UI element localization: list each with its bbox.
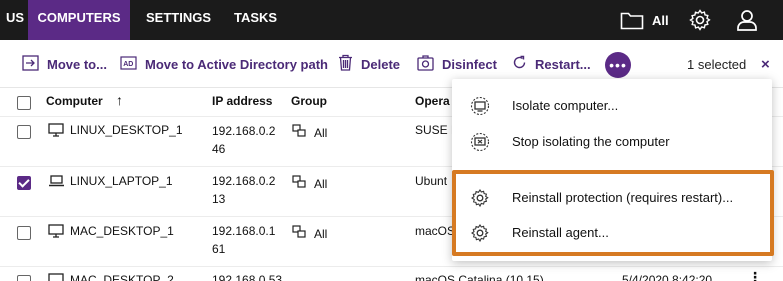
menu-item-label: Stop isolating the computer [512,134,670,149]
column-header-group[interactable]: Group [291,94,327,108]
trash-icon [338,54,353,74]
nav-tab-tasks[interactable]: TASKS [234,0,277,40]
restart-button[interactable]: Restart... [512,54,591,74]
row-checkbox[interactable] [17,226,31,240]
disinfect-label: Disinfect [442,56,497,72]
move-to-button[interactable]: Move to... [22,54,107,74]
sort-ascending-icon[interactable]: ↑ [116,92,123,108]
delete-button[interactable]: Delete [338,54,400,74]
user-icon[interactable] [736,0,758,40]
desktop-icon [48,224,64,241]
ip-address: 192.168.0.53 [212,273,283,281]
column-header-computer[interactable]: Computer [46,94,103,108]
computer-name[interactable]: MAC_DESKTOP_2 [70,273,174,281]
ip-address: 192.168.0.246 [212,124,276,156]
move-to-label: Move to... [47,56,107,72]
row-checkbox[interactable] [17,176,31,190]
isolate-computer-icon [470,96,490,119]
column-header-os[interactable]: Opera [415,94,450,108]
selection-count: 1 selected [687,57,747,72]
row-checkbox[interactable] [17,275,31,281]
menu-item-label: Reinstall agent... [512,225,609,240]
stop-isolating-icon [470,132,490,155]
row-checkbox[interactable] [17,125,31,139]
menu-item-label: Isolate computer... [512,98,619,113]
more-actions-menu: Isolate computer... Stop isolating the c… [452,79,772,261]
computer-name[interactable]: LINUX_DESKTOP_1 [70,123,183,137]
active-directory-icon: AD [120,55,137,73]
menu-item-stop-isolating[interactable]: Stop isolating the computer [452,124,772,160]
move-to-icon [22,54,39,74]
menu-divider [452,171,772,172]
nav-tab-computers[interactable]: COMPUTERS [28,0,130,40]
group-icon [292,124,307,141]
menu-item-isolate-computer[interactable]: Isolate computer... [452,88,772,124]
svg-text:AD: AD [123,61,133,68]
move-to-ad-path-label: Move to Active Directory path [145,56,329,72]
gear-icon[interactable] [688,0,712,40]
operating-system: macOS [415,224,456,238]
operating-system: macOS Catalina (10.15) [415,273,544,281]
operating-system: Ubunt [415,174,448,188]
restart-label: Restart... [535,56,591,72]
move-to-ad-path-button[interactable]: AD Move to Active Directory path [120,54,328,74]
disinfect-button[interactable]: Disinfect [417,54,497,74]
ip-address: 192.168.0.161 [212,224,276,256]
computer-name[interactable]: MAC_DESKTOP_1 [70,224,174,238]
top-navigation-bar: US COMPUTERS SETTINGS TASKS All [0,0,783,40]
group-icon [292,175,307,192]
clear-selection-icon[interactable]: × [761,56,770,73]
group-icon [292,225,307,242]
desktop-icon [48,123,64,140]
select-all-checkbox[interactable] [17,96,31,110]
group-name: All [314,227,328,241]
gear-icon [470,188,490,211]
disinfect-icon [417,54,434,74]
restart-icon [512,55,527,73]
menu-item-reinstall-protection[interactable]: Reinstall protection (requires restart).… [452,180,772,216]
laptop-icon [48,175,65,190]
folder-filter[interactable]: All [620,0,669,40]
group-name: All [314,177,328,191]
folder-label: All [652,12,669,28]
nav-tab-settings[interactable]: SETTINGS [146,0,211,40]
computer-name[interactable]: LINUX_LAPTOP_1 [70,174,173,188]
group-name: All [314,126,328,140]
table-row[interactable]: MAC_DESKTOP_2 192.168.0.53 macOS Catalin… [0,266,783,281]
menu-item-label: Reinstall protection (requires restart).… [512,190,734,205]
gear-icon [470,223,490,246]
row-menu-icon[interactable]: ⋮ [748,269,762,281]
column-header-ip[interactable]: IP address [212,94,272,108]
folder-icon [620,10,644,30]
delete-label: Delete [361,56,401,72]
more-actions-button[interactable]: ••• [605,52,631,78]
menu-item-reinstall-agent[interactable]: Reinstall agent... [452,215,772,251]
desktop-icon [48,273,64,281]
last-connection-date: 5/4/2020 8:42:20 [622,273,713,281]
ip-address: 192.168.0.213 [212,174,276,206]
nav-tab-status[interactable]: US [0,0,28,40]
